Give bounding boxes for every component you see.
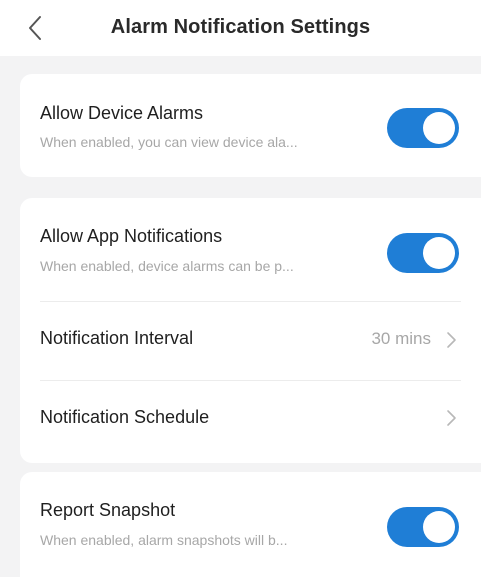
settings-content: Allow Device Alarms When enabled, you ca… [0, 56, 481, 577]
toggle-knob [423, 112, 455, 144]
report-snapshot-subtitle: When enabled, alarm snapshots will b... [40, 532, 288, 548]
device-alarms-row: Allow Device Alarms When enabled, you ca… [20, 74, 481, 177]
device-alarms-toggle[interactable] [387, 108, 459, 148]
notification-interval-row[interactable]: Notification Interval 30 mins [20, 302, 481, 379]
toggle-knob [423, 237, 455, 269]
report-snapshot-row: Report Snapshot When enabled, alarm snap… [20, 472, 481, 577]
app-notifications-title: Allow App Notifications [40, 226, 223, 246]
report-snapshot-toggle[interactable] [387, 507, 459, 547]
notification-interval-title: Notification Interval [40, 328, 194, 348]
notification-schedule-title: Notification Schedule [40, 407, 210, 427]
device-alarms-subtitle: When enabled, you can view device ala... [40, 134, 298, 150]
toggle-knob [423, 511, 455, 543]
chevron-right-icon [447, 332, 456, 348]
report-snapshot-card: Report Snapshot When enabled, alarm snap… [20, 472, 481, 577]
top-bar: Alarm Notification Settings [0, 0, 481, 56]
device-alarms-card: Allow Device Alarms When enabled, you ca… [20, 74, 481, 177]
notifications-card: Allow App Notifications When enabled, de… [20, 198, 481, 463]
device-alarms-title: Allow Device Alarms [40, 103, 204, 123]
app-screen: Alarm Notification Settings Allow Device… [0, 0, 481, 577]
page-title: Alarm Notification Settings [110, 16, 371, 38]
notification-interval-value: 30 mins [371, 329, 431, 348]
app-notifications-toggle[interactable] [387, 233, 459, 273]
report-snapshot-title: Report Snapshot [40, 500, 176, 520]
chevron-right-icon [447, 410, 456, 426]
notification-schedule-row[interactable]: Notification Schedule [20, 381, 481, 461]
app-notifications-row: Allow App Notifications When enabled, de… [20, 198, 481, 298]
app-notifications-subtitle: When enabled, device alarms can be p... [40, 258, 294, 274]
